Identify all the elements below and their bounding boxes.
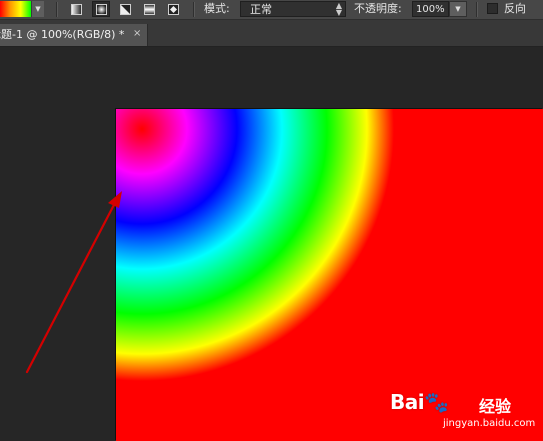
baidu-logo: Bai🐾 — [390, 390, 449, 414]
baidu-jingyan-text: 经验 — [479, 397, 512, 416]
watermark-url: jingyan.baidu.com — [443, 418, 536, 429]
annotation-arrow — [25, 191, 122, 374]
